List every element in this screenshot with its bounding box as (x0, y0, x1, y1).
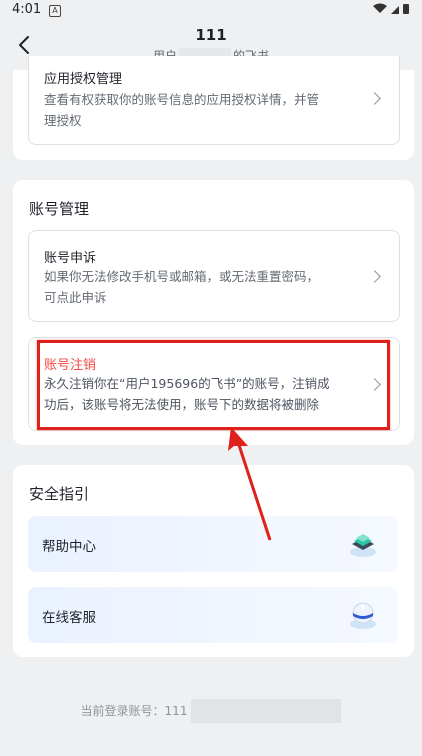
current-account-label: 当前登录账号：111 (80, 704, 188, 718)
current-account-footer: 当前登录账号：111 (0, 699, 422, 723)
annotation-arrow (228, 427, 272, 541)
redacted-block (191, 699, 342, 723)
